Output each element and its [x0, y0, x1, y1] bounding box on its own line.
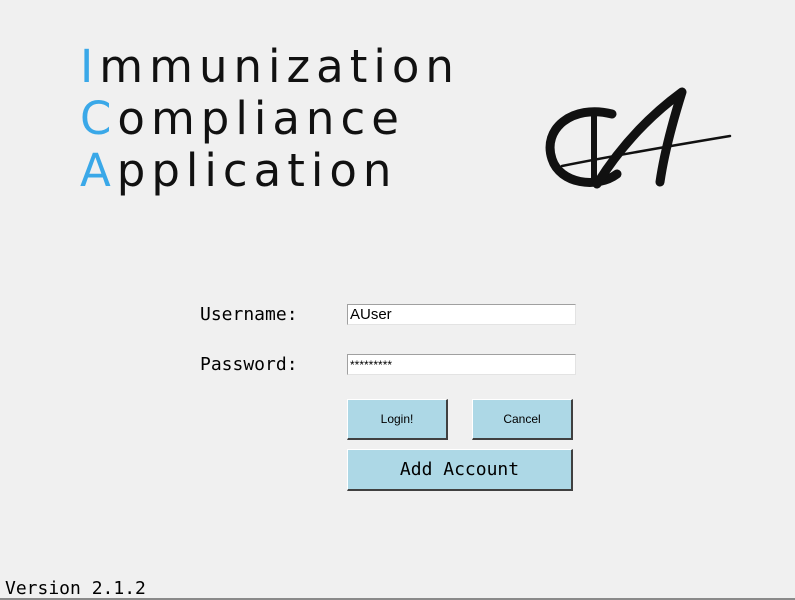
username-label: Username:	[200, 304, 298, 325]
logo-initial-i: I	[80, 40, 100, 93]
password-input[interactable]	[347, 354, 576, 375]
username-input[interactable]	[347, 304, 576, 325]
add-account-button[interactable]: Add Account	[347, 449, 573, 491]
cancel-button[interactable]: Cancel	[472, 399, 573, 440]
logo-line-application: Application	[80, 146, 397, 196]
version-label: Version 2.1.2	[5, 578, 146, 599]
app-logo: Immunization Compliance Application	[80, 40, 740, 200]
logo-line-compliance: Compliance	[80, 94, 405, 144]
logo-line-immunization: Immunization	[80, 42, 460, 92]
logo-word-immunization: mmunization	[99, 40, 460, 93]
password-label: Password:	[200, 354, 298, 375]
logo-word-application: pplication	[116, 144, 398, 197]
ica-monogram-icon	[545, 87, 732, 189]
logo-initial-c: C	[80, 92, 118, 145]
logo-initial-a: A	[80, 144, 117, 197]
login-button[interactable]: Login!	[347, 399, 448, 440]
logo-word-compliance: ompliance	[117, 92, 405, 145]
